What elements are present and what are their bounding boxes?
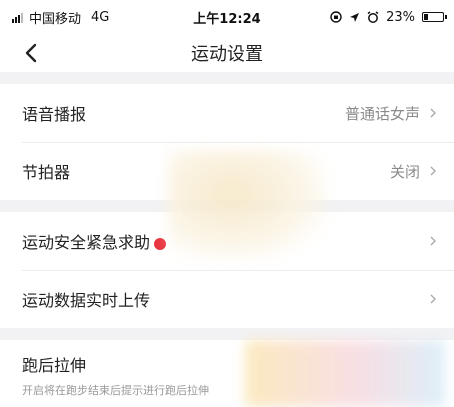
realtime-upload-row[interactable]: 运动数据实时上传 [0, 270, 454, 328]
rotation-lock-icon [330, 11, 342, 23]
status-bar: 中国移动 4G 上午12:24 23% [0, 0, 454, 34]
new-badge-dot [154, 237, 167, 250]
blur-overlay [245, 340, 445, 407]
chevron-right-icon [430, 294, 436, 304]
metronome-value: 关闭 [389, 162, 420, 181]
metronome-label: 节拍器 [22, 163, 71, 182]
voice-broadcast-label: 语音播报 [22, 105, 87, 124]
signal-icon [12, 12, 23, 23]
chevron-right-icon [430, 236, 436, 246]
emergency-help-arrow [428, 236, 438, 246]
emergency-help-label: 运动安全紧急求助 [22, 233, 151, 252]
chevron-left-icon [25, 43, 37, 63]
blur-overlay [168, 150, 328, 260]
back-button[interactable] [20, 42, 42, 64]
battery-percent: 23% [386, 9, 415, 25]
status-time: 上午12:24 [193, 11, 261, 27]
voice-broadcast-value-group: 普通话女声 [345, 103, 438, 124]
section-divider [0, 328, 454, 340]
nav-bar: 运动设置 [0, 34, 454, 72]
location-icon [350, 12, 360, 22]
realtime-upload-label: 运动数据实时上传 [22, 291, 151, 310]
chevron-right-icon [430, 108, 436, 118]
battery-icon [422, 12, 447, 22]
network-type: 4G [91, 9, 110, 25]
page-title: 运动设置 [191, 44, 263, 65]
status-right: 23% [330, 9, 447, 25]
metronome-value-group: 关闭 [390, 161, 438, 182]
status-left: 中国移动 4G [12, 8, 109, 27]
realtime-upload-arrow [428, 294, 438, 304]
chevron-right-icon [430, 166, 436, 176]
voice-broadcast-value: 普通话女声 [344, 104, 420, 123]
emergency-help-label-group: 运动安全紧急求助 [22, 229, 167, 253]
section-divider [0, 72, 454, 84]
voice-broadcast-row[interactable]: 语音播报 普通话女声 [0, 84, 454, 142]
alarm-icon [367, 11, 379, 23]
carrier-name: 中国移动 [29, 11, 82, 27]
